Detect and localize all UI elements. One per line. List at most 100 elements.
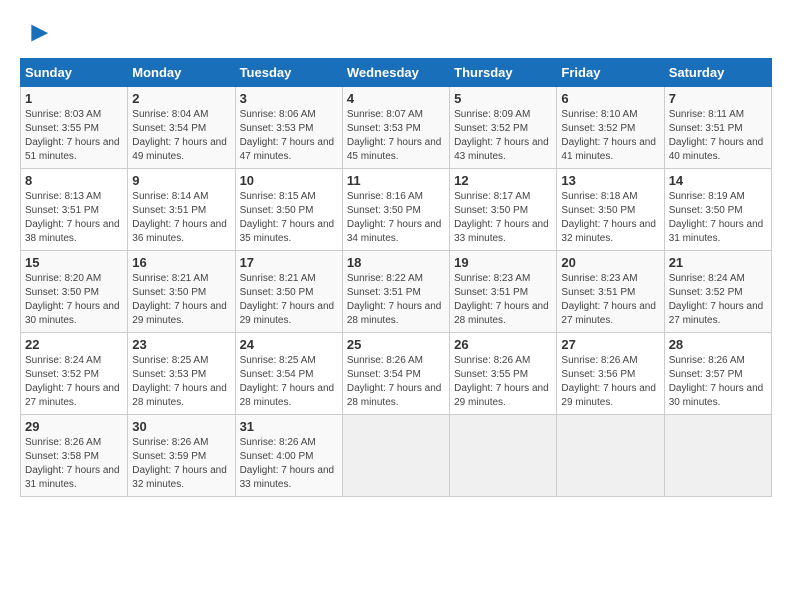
calendar-week-row-2: 8 Sunrise: 8:13 AM Sunset: 3:51 PM Dayli… — [21, 169, 772, 251]
logo-icon — [22, 20, 50, 48]
calendar-cell-0-1: 2 Sunrise: 8:04 AM Sunset: 3:54 PM Dayli… — [128, 87, 235, 169]
day-info: Sunrise: 8:10 AM Sunset: 3:52 PM Dayligh… — [561, 108, 659, 164]
col-sunday: Sunday — [21, 59, 128, 87]
day-number: 5 — [454, 91, 552, 106]
day-number: 28 — [669, 337, 767, 352]
day-number: 3 — [240, 91, 338, 106]
calendar-cell-4-5 — [557, 415, 664, 497]
day-number: 10 — [240, 173, 338, 188]
calendar-cell-2-5: 20 Sunrise: 8:23 AM Sunset: 3:51 PM Dayl… — [557, 251, 664, 333]
calendar-cell-1-2: 10 Sunrise: 8:15 AM Sunset: 3:50 PM Dayl… — [235, 169, 342, 251]
day-info: Sunrise: 8:21 AM Sunset: 3:50 PM Dayligh… — [240, 272, 338, 328]
calendar-cell-4-2: 31 Sunrise: 8:26 AM Sunset: 4:00 PM Dayl… — [235, 415, 342, 497]
day-number: 11 — [347, 173, 445, 188]
day-number: 13 — [561, 173, 659, 188]
calendar-cell-2-2: 17 Sunrise: 8:21 AM Sunset: 3:50 PM Dayl… — [235, 251, 342, 333]
calendar-cell-4-6 — [664, 415, 771, 497]
calendar-cell-2-3: 18 Sunrise: 8:22 AM Sunset: 3:51 PM Dayl… — [342, 251, 449, 333]
day-info: Sunrise: 8:03 AM Sunset: 3:55 PM Dayligh… — [25, 108, 123, 164]
day-number: 30 — [132, 419, 230, 434]
day-number: 18 — [347, 255, 445, 270]
day-info: Sunrise: 8:09 AM Sunset: 3:52 PM Dayligh… — [454, 108, 552, 164]
day-info: Sunrise: 8:23 AM Sunset: 3:51 PM Dayligh… — [454, 272, 552, 328]
day-info: Sunrise: 8:06 AM Sunset: 3:53 PM Dayligh… — [240, 108, 338, 164]
page-header — [20, 20, 772, 48]
day-number: 1 — [25, 91, 123, 106]
calendar-cell-0-4: 5 Sunrise: 8:09 AM Sunset: 3:52 PM Dayli… — [450, 87, 557, 169]
day-number: 7 — [669, 91, 767, 106]
calendar-cell-4-0: 29 Sunrise: 8:26 AM Sunset: 3:58 PM Dayl… — [21, 415, 128, 497]
calendar-cell-3-3: 25 Sunrise: 8:26 AM Sunset: 3:54 PM Dayl… — [342, 333, 449, 415]
day-info: Sunrise: 8:26 AM Sunset: 3:59 PM Dayligh… — [132, 436, 230, 492]
day-info: Sunrise: 8:26 AM Sunset: 3:54 PM Dayligh… — [347, 354, 445, 410]
day-number: 26 — [454, 337, 552, 352]
calendar-cell-3-1: 23 Sunrise: 8:25 AM Sunset: 3:53 PM Dayl… — [128, 333, 235, 415]
day-number: 17 — [240, 255, 338, 270]
calendar-cell-0-6: 7 Sunrise: 8:11 AM Sunset: 3:51 PM Dayli… — [664, 87, 771, 169]
day-info: Sunrise: 8:25 AM Sunset: 3:54 PM Dayligh… — [240, 354, 338, 410]
day-info: Sunrise: 8:26 AM Sunset: 3:57 PM Dayligh… — [669, 354, 767, 410]
day-info: Sunrise: 8:14 AM Sunset: 3:51 PM Dayligh… — [132, 190, 230, 246]
day-number: 14 — [669, 173, 767, 188]
day-info: Sunrise: 8:15 AM Sunset: 3:50 PM Dayligh… — [240, 190, 338, 246]
calendar-table: Sunday Monday Tuesday Wednesday Thursday… — [20, 58, 772, 497]
logo — [20, 20, 50, 48]
calendar-cell-0-2: 3 Sunrise: 8:06 AM Sunset: 3:53 PM Dayli… — [235, 87, 342, 169]
calendar-cell-3-0: 22 Sunrise: 8:24 AM Sunset: 3:52 PM Dayl… — [21, 333, 128, 415]
calendar-cell-1-4: 12 Sunrise: 8:17 AM Sunset: 3:50 PM Dayl… — [450, 169, 557, 251]
day-number: 4 — [347, 91, 445, 106]
day-number: 12 — [454, 173, 552, 188]
calendar-cell-2-1: 16 Sunrise: 8:21 AM Sunset: 3:50 PM Dayl… — [128, 251, 235, 333]
day-info: Sunrise: 8:13 AM Sunset: 3:51 PM Dayligh… — [25, 190, 123, 246]
day-info: Sunrise: 8:22 AM Sunset: 3:51 PM Dayligh… — [347, 272, 445, 328]
day-number: 25 — [347, 337, 445, 352]
day-info: Sunrise: 8:18 AM Sunset: 3:50 PM Dayligh… — [561, 190, 659, 246]
day-number: 19 — [454, 255, 552, 270]
day-number: 9 — [132, 173, 230, 188]
calendar-cell-0-5: 6 Sunrise: 8:10 AM Sunset: 3:52 PM Dayli… — [557, 87, 664, 169]
day-number: 15 — [25, 255, 123, 270]
calendar-cell-4-3 — [342, 415, 449, 497]
day-info: Sunrise: 8:20 AM Sunset: 3:50 PM Dayligh… — [25, 272, 123, 328]
day-info: Sunrise: 8:11 AM Sunset: 3:51 PM Dayligh… — [669, 108, 767, 164]
calendar-cell-3-6: 28 Sunrise: 8:26 AM Sunset: 3:57 PM Dayl… — [664, 333, 771, 415]
day-number: 22 — [25, 337, 123, 352]
col-monday: Monday — [128, 59, 235, 87]
calendar-cell-4-4 — [450, 415, 557, 497]
calendar-cell-3-5: 27 Sunrise: 8:26 AM Sunset: 3:56 PM Dayl… — [557, 333, 664, 415]
calendar-week-row-3: 15 Sunrise: 8:20 AM Sunset: 3:50 PM Dayl… — [21, 251, 772, 333]
day-info: Sunrise: 8:25 AM Sunset: 3:53 PM Dayligh… — [132, 354, 230, 410]
calendar-cell-2-4: 19 Sunrise: 8:23 AM Sunset: 3:51 PM Dayl… — [450, 251, 557, 333]
day-info: Sunrise: 8:16 AM Sunset: 3:50 PM Dayligh… — [347, 190, 445, 246]
calendar-cell-1-5: 13 Sunrise: 8:18 AM Sunset: 3:50 PM Dayl… — [557, 169, 664, 251]
day-number: 23 — [132, 337, 230, 352]
day-info: Sunrise: 8:26 AM Sunset: 3:58 PM Dayligh… — [25, 436, 123, 492]
calendar-cell-3-4: 26 Sunrise: 8:26 AM Sunset: 3:55 PM Dayl… — [450, 333, 557, 415]
col-wednesday: Wednesday — [342, 59, 449, 87]
day-info: Sunrise: 8:19 AM Sunset: 3:50 PM Dayligh… — [669, 190, 767, 246]
day-info: Sunrise: 8:23 AM Sunset: 3:51 PM Dayligh… — [561, 272, 659, 328]
day-info: Sunrise: 8:07 AM Sunset: 3:53 PM Dayligh… — [347, 108, 445, 164]
day-number: 8 — [25, 173, 123, 188]
day-info: Sunrise: 8:26 AM Sunset: 3:55 PM Dayligh… — [454, 354, 552, 410]
day-info: Sunrise: 8:24 AM Sunset: 3:52 PM Dayligh… — [669, 272, 767, 328]
calendar-cell-3-2: 24 Sunrise: 8:25 AM Sunset: 3:54 PM Dayl… — [235, 333, 342, 415]
day-info: Sunrise: 8:26 AM Sunset: 4:00 PM Dayligh… — [240, 436, 338, 492]
day-info: Sunrise: 8:04 AM Sunset: 3:54 PM Dayligh… — [132, 108, 230, 164]
day-number: 27 — [561, 337, 659, 352]
day-number: 2 — [132, 91, 230, 106]
calendar-cell-1-3: 11 Sunrise: 8:16 AM Sunset: 3:50 PM Dayl… — [342, 169, 449, 251]
calendar-cell-2-0: 15 Sunrise: 8:20 AM Sunset: 3:50 PM Dayl… — [21, 251, 128, 333]
col-tuesday: Tuesday — [235, 59, 342, 87]
col-thursday: Thursday — [450, 59, 557, 87]
calendar-cell-1-1: 9 Sunrise: 8:14 AM Sunset: 3:51 PM Dayli… — [128, 169, 235, 251]
day-info: Sunrise: 8:17 AM Sunset: 3:50 PM Dayligh… — [454, 190, 552, 246]
day-number: 16 — [132, 255, 230, 270]
col-saturday: Saturday — [664, 59, 771, 87]
calendar-cell-1-0: 8 Sunrise: 8:13 AM Sunset: 3:51 PM Dayli… — [21, 169, 128, 251]
calendar-cell-0-0: 1 Sunrise: 8:03 AM Sunset: 3:55 PM Dayli… — [21, 87, 128, 169]
day-number: 24 — [240, 337, 338, 352]
calendar-week-row-5: 29 Sunrise: 8:26 AM Sunset: 3:58 PM Dayl… — [21, 415, 772, 497]
calendar-cell-0-3: 4 Sunrise: 8:07 AM Sunset: 3:53 PM Dayli… — [342, 87, 449, 169]
day-number: 20 — [561, 255, 659, 270]
